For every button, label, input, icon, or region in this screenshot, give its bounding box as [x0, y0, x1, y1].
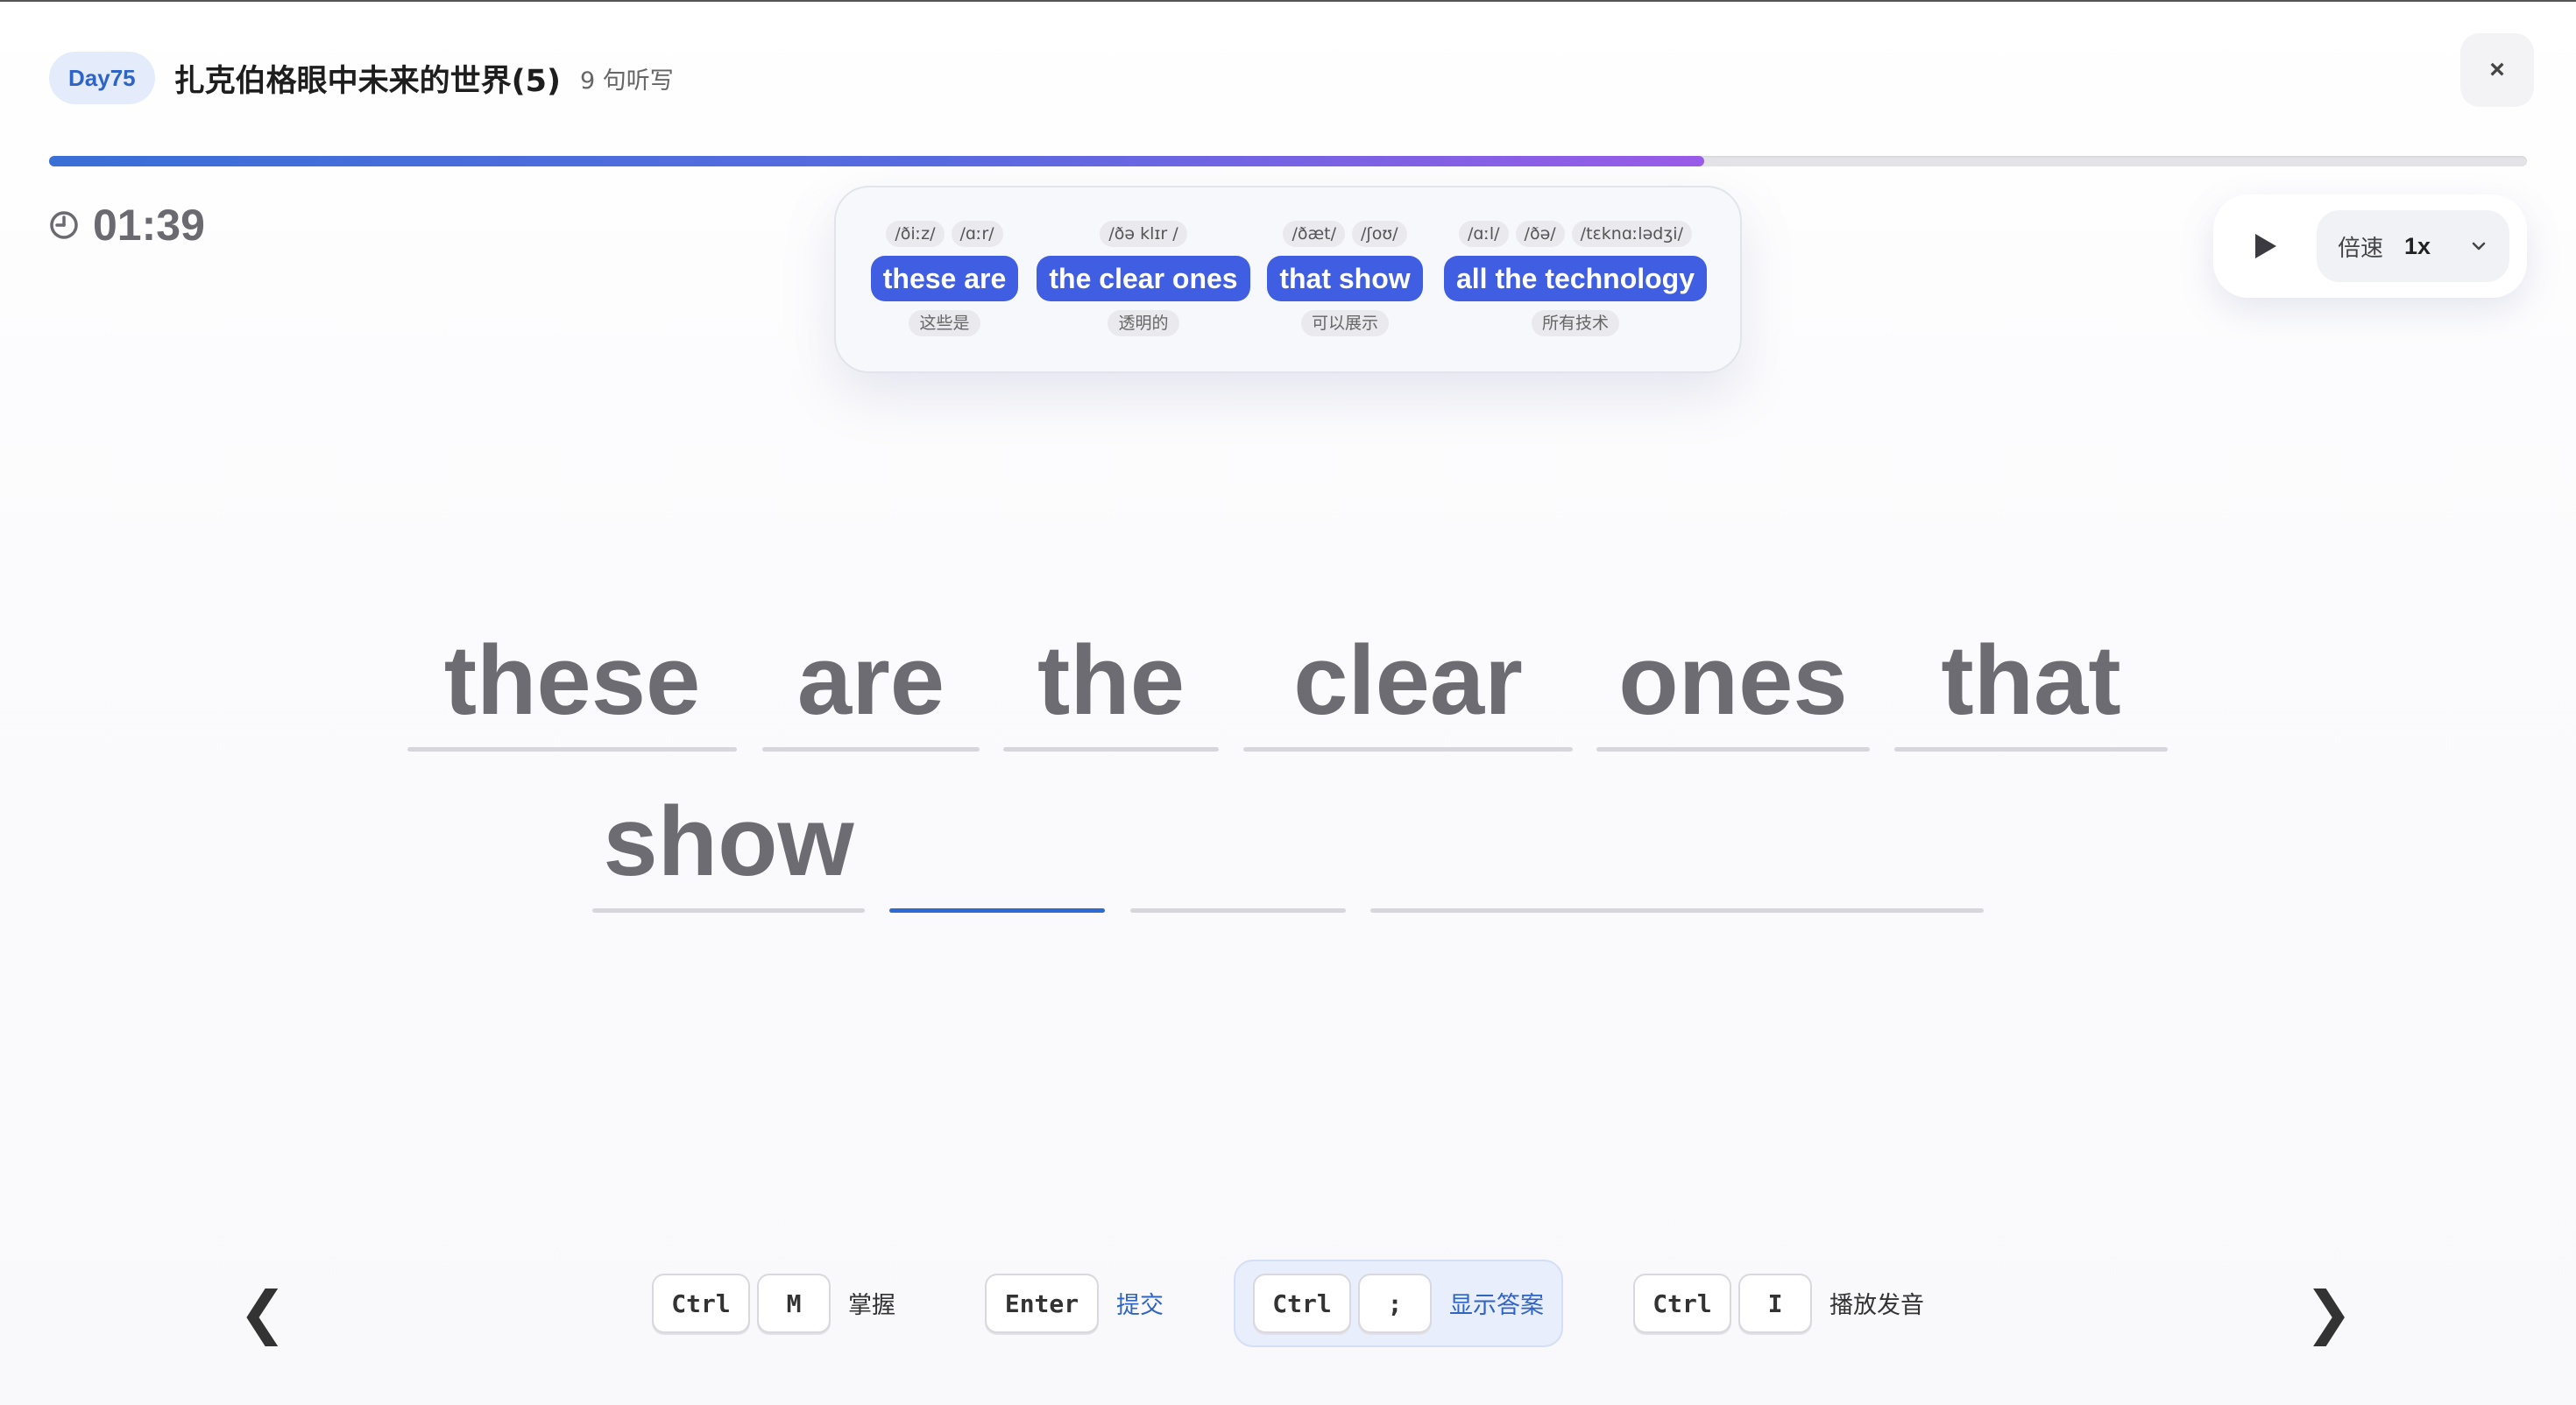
speed-select[interactable]: 倍速 1x — [2317, 210, 2509, 282]
sentence-count: 9 句听写 — [579, 67, 674, 95]
word-slot[interactable] — [1370, 785, 1984, 913]
submit-hint[interactable]: 提交 — [1116, 1286, 1164, 1320]
chevron-down-icon — [2472, 242, 2486, 251]
phonetic-tag: /ɑːr/ — [951, 221, 1003, 247]
word-text: ones — [1618, 625, 1848, 735]
word-slot[interactable]: are — [762, 624, 980, 752]
word-underline — [1130, 908, 1346, 913]
phonetic-tag: /ðə klɪr / — [1100, 221, 1187, 247]
lesson-title: 扎克伯格眼中未来的世界(5) — [173, 63, 561, 99]
word-underline — [1894, 747, 2168, 752]
timer: 01:39 — [49, 200, 205, 251]
progress-bar-fill — [49, 156, 1705, 166]
word-underline — [762, 747, 980, 752]
phrase-item[interactable]: /ðə klɪr / the clear ones 透明的 — [1034, 221, 1253, 336]
progress-bar — [49, 156, 2527, 166]
i-key[interactable]: I — [1738, 1274, 1812, 1333]
word-slot[interactable]: show — [592, 785, 865, 913]
phrase-chip[interactable]: all the technology — [1443, 256, 1708, 301]
ctrl-key[interactable]: Ctrl — [1633, 1274, 1731, 1333]
word-underline-active — [889, 908, 1105, 913]
play-button[interactable] — [2245, 226, 2285, 266]
word-text: the — [1037, 625, 1185, 735]
phonetic-tag: /ʃoʊ/ — [1352, 221, 1407, 247]
phrase-item[interactable]: /ɑːl/ /ðə/ /tɛknɑːlədʒi/ all the technol… — [1437, 221, 1714, 336]
phrase-item[interactable]: /ðæt/ /ʃoʊ/ that show 可以展示 — [1263, 221, 1426, 336]
phrase-translation: 可以展示 — [1300, 310, 1389, 336]
lesson-header: Day75 扎克伯格眼中未来的世界(5) 9 句听写 — [49, 51, 674, 105]
word-slot[interactable]: these — [407, 624, 737, 752]
word-underline — [1003, 747, 1219, 752]
phrase-chip[interactable]: that show — [1267, 256, 1423, 301]
show-answer-hint[interactable]: 显示答案 — [1449, 1286, 1544, 1320]
speed-value: 1x — [2404, 232, 2431, 259]
word-slot[interactable]: that — [1894, 624, 2168, 752]
phrase-translation: 透明的 — [1108, 310, 1179, 336]
word-underline — [1370, 908, 1984, 913]
word-text: show — [603, 787, 854, 896]
semicolon-key[interactable]: ; — [1358, 1274, 1432, 1333]
phonetic-tag: /ðæt/ — [1283, 221, 1345, 247]
phrase-chip[interactable]: the clear ones — [1037, 256, 1250, 301]
word-slot[interactable]: the — [1003, 624, 1219, 752]
m-key[interactable]: M — [757, 1274, 831, 1333]
word-slot[interactable]: ones — [1596, 624, 1870, 752]
word-underline — [592, 908, 865, 913]
close-icon: × — [2489, 55, 2505, 84]
phonetic-tag: /ɑːl/ — [1459, 221, 1509, 247]
word-slot-current[interactable] — [889, 785, 1105, 913]
word-underline — [1243, 747, 1573, 752]
audio-player: 倍速 1x — [2213, 194, 2527, 298]
word-slot[interactable] — [1130, 785, 1346, 913]
timer-value: 01:39 — [93, 201, 205, 250]
phrase-hint-card: /ðiːz/ /ɑːr/ these are 这些是 /ðə klɪr / th… — [834, 186, 1742, 373]
play-icon — [2255, 234, 2276, 258]
clock-icon — [50, 211, 78, 239]
phonetic-tag: /tɛknɑːlədʒi/ — [1571, 221, 1692, 247]
window-top-border — [0, 0, 2576, 2]
previous-sentence-arrow[interactable]: ❮ — [238, 1279, 287, 1346]
master-hint[interactable]: 掌握 — [848, 1286, 895, 1320]
word-underline — [407, 747, 737, 752]
word-slot[interactable]: clear — [1243, 624, 1573, 752]
phrase-translation: 所有技术 — [1531, 310, 1619, 336]
next-sentence-arrow[interactable]: ❯ — [2304, 1279, 2353, 1346]
word-text: that — [1941, 625, 2121, 735]
word-text: clear — [1293, 625, 1523, 735]
phrase-chip[interactable]: these are — [870, 256, 1019, 301]
phrase-translation: 这些是 — [909, 310, 980, 336]
play-audio-hint[interactable]: 播放发音 — [1829, 1286, 1924, 1320]
word-text: these — [443, 625, 701, 735]
phrase-item[interactable]: /ðiːz/ /ɑːr/ these are 这些是 — [867, 221, 1022, 336]
phonetic-tag: /ðiːz/ — [886, 221, 945, 247]
speed-label: 倍速 — [2338, 235, 2384, 262]
close-button[interactable]: × — [2460, 33, 2534, 107]
word-underline — [1596, 747, 1870, 752]
ctrl-key[interactable]: Ctrl — [1253, 1274, 1351, 1333]
ctrl-key[interactable]: Ctrl — [652, 1274, 750, 1333]
enter-key[interactable]: Enter — [985, 1274, 1099, 1333]
word-text: are — [796, 625, 945, 735]
day-badge: Day75 — [49, 52, 155, 104]
phonetic-tag: /ðə/ — [1515, 221, 1565, 247]
